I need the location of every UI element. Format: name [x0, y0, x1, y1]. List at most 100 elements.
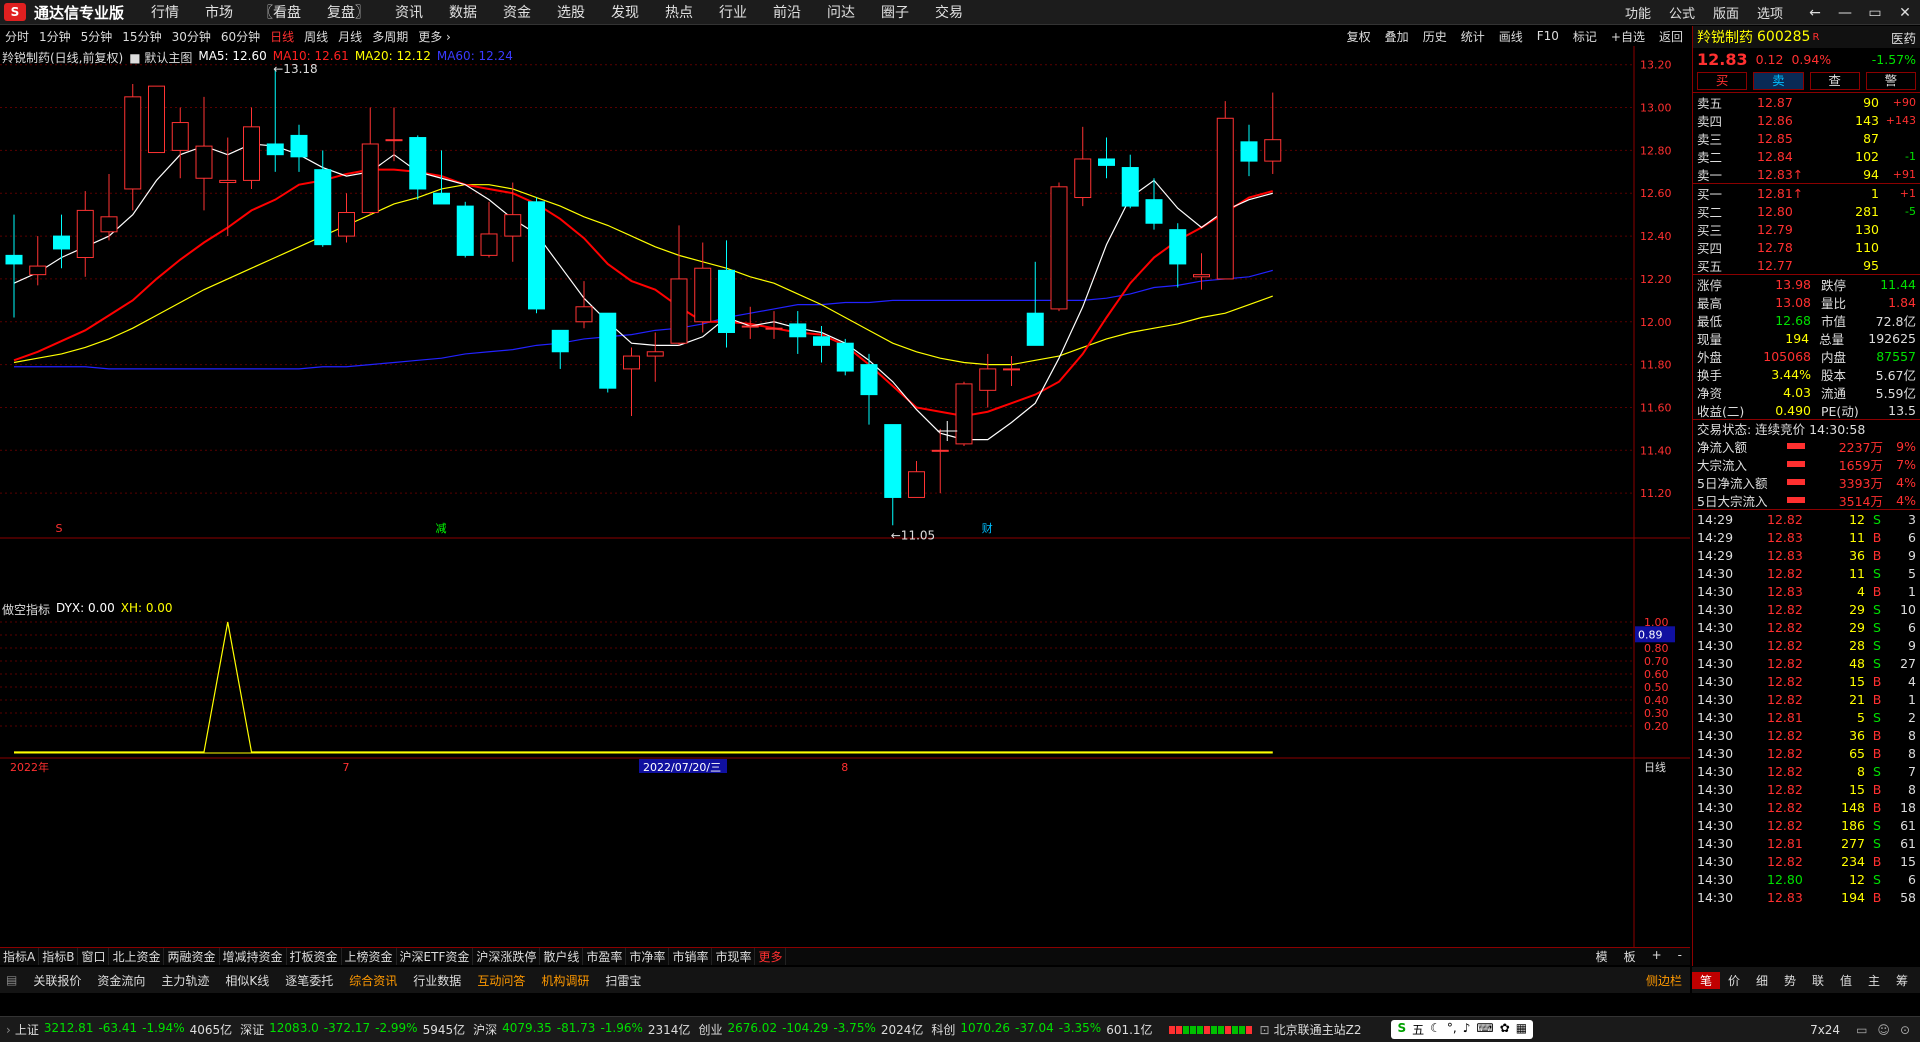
indicator-tab-10[interactable]: 散户线: [540, 948, 584, 965]
index-quote[interactable]: 创业 2676.02 -104.29 -3.75% 2024亿: [698, 1021, 923, 1038]
candle-body[interactable]: [1098, 158, 1115, 166]
candle-body[interactable]: [290, 134, 308, 158]
panel-tab-0[interactable]: 笔: [1692, 971, 1720, 989]
menu-item-10[interactable]: 行业: [706, 2, 760, 22]
period-1[interactable]: 1分钟: [34, 28, 76, 45]
bottom-tab-6[interactable]: 行业数据: [405, 972, 469, 989]
indicator-right-3[interactable]: -: [1670, 948, 1690, 965]
bottom-tab-3[interactable]: 相似K线: [217, 972, 277, 989]
candle-body[interactable]: [433, 192, 450, 205]
book-price[interactable]: 12.81↑: [1757, 186, 1825, 201]
user-icon[interactable]: ☺: [1877, 1023, 1890, 1037]
candle-body[interactable]: [148, 85, 165, 154]
book-price[interactable]: 12.85: [1757, 131, 1825, 146]
back-icon[interactable]: ←: [1800, 5, 1830, 21]
book-price[interactable]: 12.83↑: [1757, 167, 1825, 182]
app-logo-icon[interactable]: S: [4, 3, 26, 21]
notify-icon[interactable]: ▭: [1856, 1023, 1867, 1037]
indicator-tab-0[interactable]: 指标A: [0, 948, 40, 965]
menu-item-0[interactable]: 行情: [138, 2, 192, 22]
menu-item-6[interactable]: 资金: [490, 2, 544, 22]
candle-body[interactable]: [243, 126, 260, 181]
indicator-tab-9[interactable]: 沪深涨跌停: [473, 948, 541, 965]
book-price[interactable]: 12.84: [1757, 149, 1825, 164]
tool-2[interactable]: 历史: [1416, 28, 1454, 45]
candle-body[interactable]: [1216, 117, 1234, 280]
candle-body[interactable]: [789, 323, 807, 338]
menu-item-7[interactable]: 选股: [544, 2, 598, 22]
tool-6[interactable]: 标记: [1566, 28, 1604, 45]
menu-right-2[interactable]: 版面: [1704, 3, 1748, 22]
book-price[interactable]: 12.77: [1757, 258, 1825, 273]
index-quote[interactable]: 沪深 4079.35 -81.73 -1.96% 2314亿: [473, 1021, 690, 1038]
period-0[interactable]: 分时: [0, 28, 34, 45]
panel-tab-2[interactable]: 细: [1748, 972, 1776, 989]
indicator-right-2[interactable]: +: [1644, 948, 1670, 965]
candle-body[interactable]: [741, 325, 759, 328]
index-quote[interactable]: 深证 12083.0 -372.17 -2.99% 5945亿: [240, 1021, 465, 1038]
period-3[interactable]: 15分钟: [117, 28, 166, 45]
menu-right-0[interactable]: 功能: [1616, 3, 1660, 22]
candle-body[interactable]: [670, 278, 688, 344]
candle-body[interactable]: [931, 449, 949, 452]
candle-body[interactable]: [100, 216, 118, 233]
bottom-tab-4[interactable]: 逐笔委托: [277, 972, 341, 989]
candle-body[interactable]: [908, 471, 925, 498]
book-price[interactable]: 12.78: [1757, 240, 1825, 255]
chart-area[interactable]: 13.20 13.00 12.80 12.60 12.40 12.20 12.00 11.80…: [0, 46, 1690, 958]
menu-item-9[interactable]: 热点: [652, 2, 706, 22]
list-icon[interactable]: ▤: [6, 973, 17, 987]
close-icon[interactable]: ✕: [1890, 5, 1920, 21]
candle-body[interactable]: [195, 145, 213, 179]
clock-7x24[interactable]: 7x24: [1810, 1023, 1840, 1037]
candle-body[interactable]: [385, 139, 403, 142]
bottom-tab-8[interactable]: 机构调研: [533, 972, 597, 989]
indicator-tab-2[interactable]: 窗口: [78, 948, 110, 965]
candle-body[interactable]: [1074, 158, 1092, 199]
event-marker[interactable]: S: [56, 522, 63, 535]
candle-body[interactable]: [528, 201, 545, 310]
quote-btn-0[interactable]: 买: [1697, 72, 1748, 90]
bottom-tab-7[interactable]: 互动问答: [469, 972, 533, 989]
quote-btn-2[interactable]: 查: [1809, 72, 1860, 90]
candle-body[interactable]: [955, 383, 973, 445]
indicator-right-1[interactable]: 板: [1616, 948, 1644, 965]
industry-tag[interactable]: 医药: [1891, 28, 1916, 47]
candle-body[interactable]: [813, 336, 830, 346]
kline-chart[interactable]: 13.20 13.00 12.80 12.60 12.40 12.20 12.00 11.80…: [0, 46, 1690, 958]
tool-1[interactable]: 叠加: [1378, 28, 1416, 45]
candle-body[interactable]: [1026, 312, 1044, 346]
menu-item-14[interactable]: 交易: [922, 2, 976, 22]
menu-item-1[interactable]: 市场: [192, 2, 246, 22]
tool-8[interactable]: 返回: [1652, 28, 1690, 45]
candle-body[interactable]: [124, 96, 142, 190]
maximize-icon[interactable]: ▭: [1860, 5, 1890, 21]
candle-body[interactable]: [219, 179, 237, 184]
book-price[interactable]: 12.87: [1757, 95, 1825, 110]
candle-body[interactable]: [1121, 167, 1139, 207]
candle-body[interactable]: [480, 233, 498, 256]
ime-bar[interactable]: S 五 ☾ °, ♪ ⌨ ✿ ▦: [1391, 1020, 1534, 1039]
bottom-tab-0[interactable]: 关联报价: [25, 972, 89, 989]
candle-body[interactable]: [1240, 141, 1258, 162]
candle-body[interactable]: [1169, 229, 1187, 265]
candle-body[interactable]: [979, 368, 997, 391]
indicator-tab-15[interactable]: 更多: [755, 948, 787, 965]
candle-body[interactable]: [266, 143, 284, 156]
indicator-tab-14[interactable]: 市现率: [712, 948, 756, 965]
menu-item-11[interactable]: 前沿: [760, 2, 814, 22]
period-8[interactable]: 月线: [333, 28, 367, 45]
candle-body[interactable]: [53, 235, 70, 250]
menu-item-2[interactable]: 〖看盘: [246, 2, 314, 22]
candle-body[interactable]: [599, 312, 617, 389]
menu-item-3[interactable]: 复盘〗: [314, 2, 382, 22]
candle-body[interactable]: [1264, 139, 1282, 162]
candle-body[interactable]: [409, 137, 427, 190]
tool-3[interactable]: 统计: [1454, 28, 1492, 45]
menu-item-4[interactable]: 资讯: [382, 2, 436, 22]
indicator-tab-11[interactable]: 市盈率: [583, 948, 627, 965]
candle-body[interactable]: [836, 342, 854, 372]
book-price[interactable]: 12.79: [1757, 222, 1825, 237]
book-price[interactable]: 12.86: [1757, 113, 1825, 128]
menu-item-13[interactable]: 圈子: [868, 2, 922, 22]
